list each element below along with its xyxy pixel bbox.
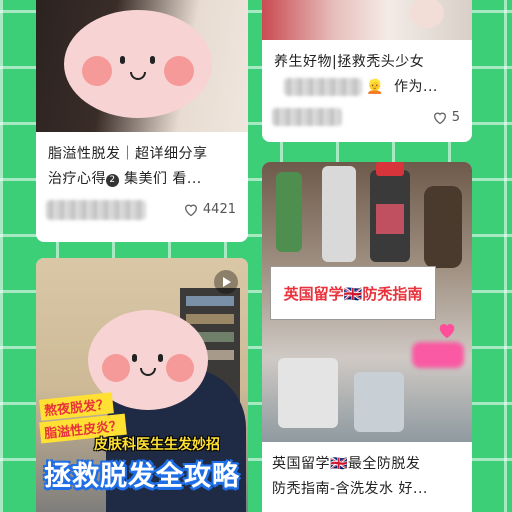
card-title[interactable]: 英国留学🇬🇧最全防脱发 防秃指南-含洗发水 好... — [272, 452, 468, 502]
heart-sticker-icon — [436, 320, 458, 344]
card-cover-image[interactable] — [262, 0, 472, 40]
card-cover-image[interactable] — [36, 0, 248, 132]
like-count[interactable]: 4421 — [183, 202, 236, 217]
overlay-subtitle: 皮肤科医生生发妙招 — [94, 437, 220, 453]
card-cover-image[interactable]: 英国留学🇬🇧防秃指南 — [262, 162, 472, 442]
cartoon-face-sticker — [64, 10, 212, 118]
card-title-line1: 英国留学🇬🇧最全防脱发 — [272, 456, 421, 472]
author-blurred[interactable] — [46, 200, 146, 220]
card-title[interactable]: 脂溢性脱发｜超详细分享 治疗心得 2 集美们 看... — [48, 142, 242, 192]
card-title-line2: 作为... — [394, 79, 438, 95]
author-blurred[interactable] — [272, 108, 342, 126]
card-title-line2: 防秃指南-含洗发水 好... — [272, 481, 428, 497]
card-title-line1: 养生好物|拯救秃头少女 — [274, 54, 425, 70]
emoji-girl-icon: 👱 — [366, 79, 384, 95]
feed-card-hair-loss[interactable]: 脂溢性脱发｜超详细分享 治疗心得 2 集美们 看... 4421 — [36, 0, 248, 242]
feed-card-hair-rescue[interactable]: 熬夜脱发？ 脂溢性皮炎？ 皮肤科医生生发妙招 拯救脱发全攻略 — [36, 258, 248, 512]
card-cover-image[interactable]: 熬夜脱发？ 脂溢性皮炎？ 皮肤科医生生发妙招 拯救脱发全攻略 — [36, 258, 248, 512]
blurred-text — [284, 78, 362, 96]
cover-banner: 英国留学🇬🇧防秃指南 — [270, 266, 436, 320]
like-number: 5 — [451, 110, 460, 125]
card-title-line2: 治疗心得 — [48, 171, 106, 187]
heart-icon[interactable] — [183, 202, 199, 217]
number-badge: 2 — [106, 174, 119, 187]
like-number: 4421 — [202, 202, 236, 217]
feed-card-health-goods[interactable]: 养生好物|拯救秃头少女 👱 作为... 5 — [262, 0, 472, 142]
heart-icon[interactable] — [432, 110, 448, 125]
card-title[interactable]: 养生好物|拯救秃头少女 👱 作为... — [274, 50, 464, 100]
like-count[interactable]: 5 — [432, 110, 460, 125]
overlay-headline: 拯救脱发全攻略 — [44, 461, 240, 492]
video-play-icon[interactable] — [214, 270, 238, 294]
card-title-line1: 脂溢性脱发｜超详细分享 — [48, 146, 208, 162]
feed-card-uk-hair-guide[interactable]: 英国留学🇬🇧防秃指南 英国留学🇬🇧最全防脱发 防秃指南-含洗发水 好... — [262, 162, 472, 512]
